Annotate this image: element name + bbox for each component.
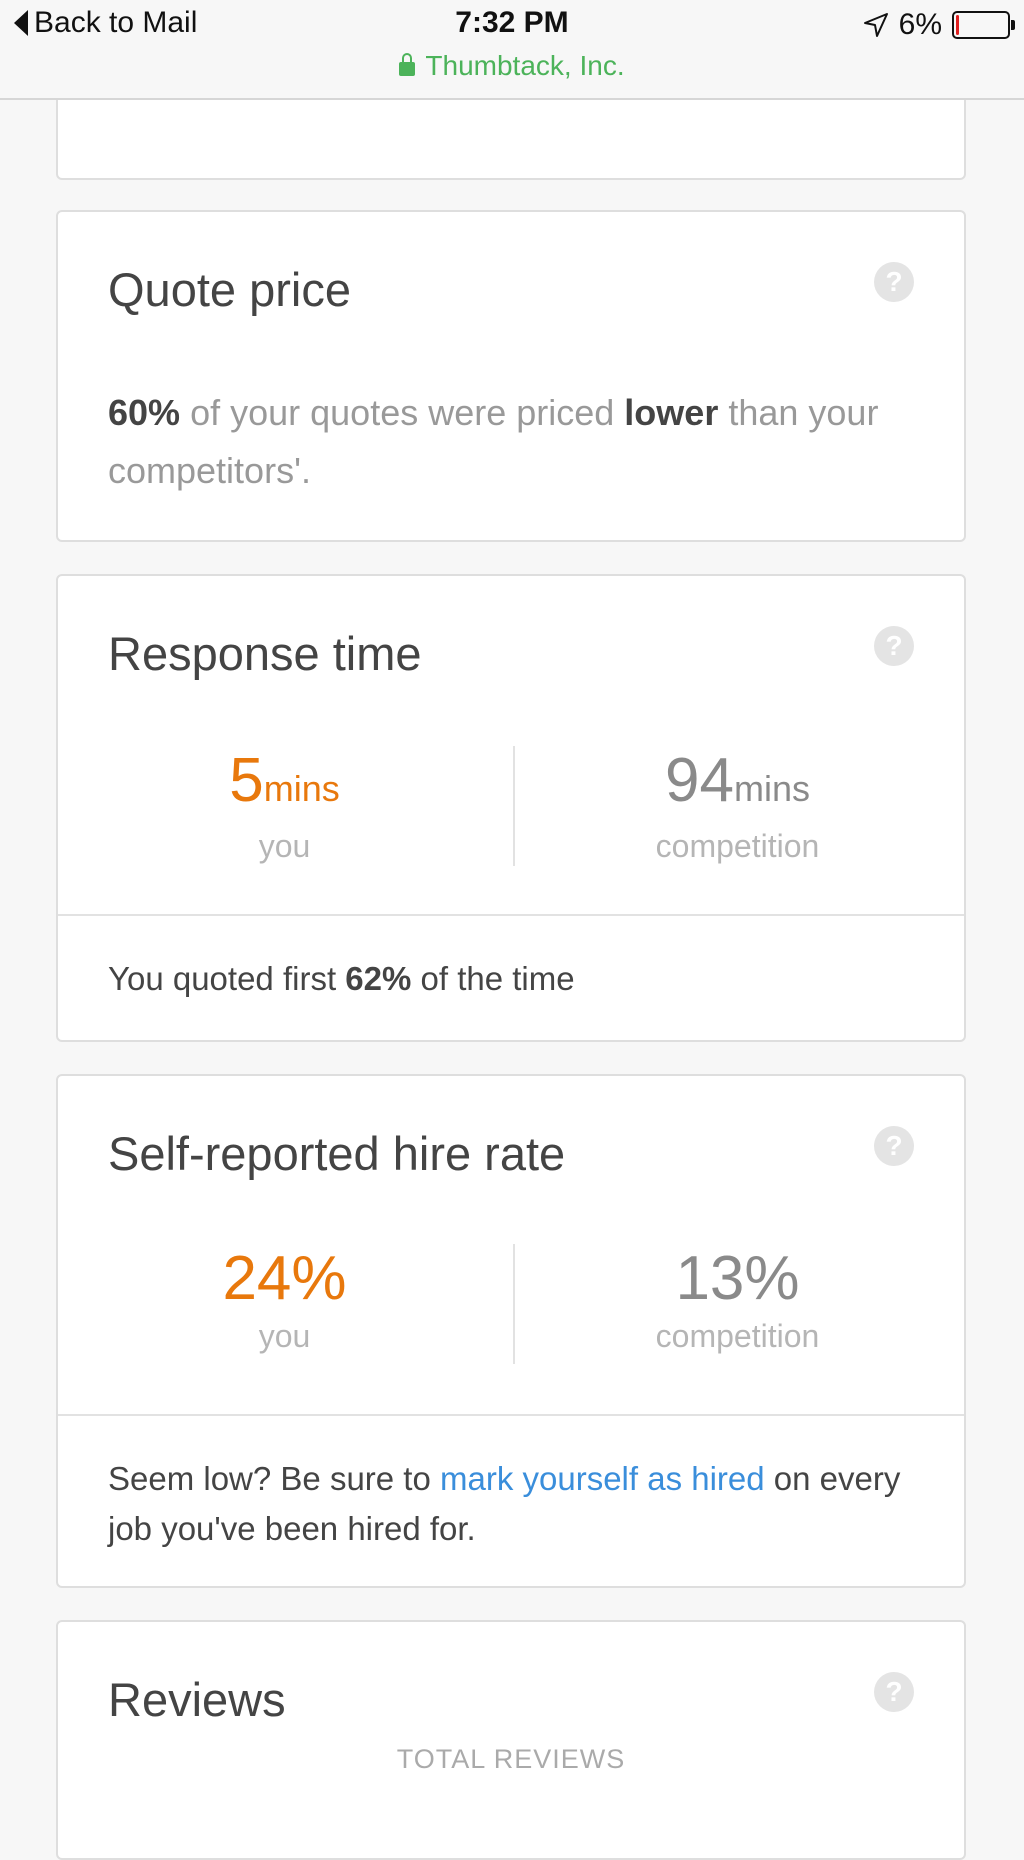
quote-price-percent: 60% — [108, 392, 181, 433]
quote-price-emphasis: lower — [624, 392, 719, 433]
response-time-you-unit: mins — [263, 768, 340, 809]
quote-price-text-a: of your quotes were priced — [180, 392, 625, 433]
hire-rate-comp-value: 13% — [675, 1244, 800, 1313]
quote-price-title: Quote price — [108, 263, 351, 316]
hire-rate-you-label: you — [258, 1318, 311, 1354]
divider — [58, 914, 964, 916]
hire-rate-stats: 24% you 13% competition — [58, 1244, 964, 1366]
battery-icon — [952, 11, 1015, 39]
reviews-card: Reviews ? TOTAL REVIEWS — [56, 1620, 966, 1860]
response-time-footer-bold: 62% — [345, 960, 412, 997]
status-bar: Back to Mail 7:32 PM Thumbtack, Inc. 6% — [0, 0, 1024, 100]
hire-rate-help-icon[interactable]: ? — [874, 1126, 914, 1166]
hire-rate-comp-label: competition — [655, 1318, 820, 1354]
response-time-comp-label: competition — [655, 828, 820, 864]
response-time-card: Response time ? 5mins you 94mins competi… — [56, 574, 966, 1042]
quote-price-card: Quote price ? 60% of your quotes were pr… — [56, 210, 966, 542]
hire-rate-you-value: 24% — [222, 1244, 347, 1313]
response-time-comp-unit: mins — [733, 768, 810, 809]
response-time-footer-b: of the time — [411, 960, 575, 997]
lock-icon — [399, 53, 416, 76]
divider — [58, 1414, 964, 1416]
site-name[interactable]: Thumbtack, Inc. — [0, 50, 1024, 82]
hire-rate-title: Self-reported hire rate — [108, 1127, 566, 1180]
response-time-title: Response time — [108, 627, 422, 680]
response-time-you-value: 5 — [229, 746, 264, 815]
reviews-title: Reviews — [108, 1673, 286, 1726]
response-time-comp-value: 94 — [665, 746, 734, 815]
site-label: Thumbtack, Inc. — [425, 50, 625, 81]
response-time-stats: 5mins you 94mins competition — [58, 746, 964, 868]
hire-rate-footer: Seem low? Be sure to mark yourself as hi… — [108, 1454, 914, 1554]
response-time-footer: You quoted first 62% of the time — [108, 954, 914, 1004]
reviews-help-icon[interactable]: ? — [874, 1672, 914, 1712]
quote-price-description: 60% of your quotes were priced lower tha… — [108, 384, 914, 500]
right-status: 6% — [863, 8, 1015, 42]
mark-hired-link[interactable]: mark yourself as hired — [440, 1460, 765, 1497]
battery-level — [956, 15, 959, 35]
hire-rate-card: Self-reported hire rate ? 24% you 13% co… — [56, 1074, 966, 1588]
total-reviews-label: TOTAL REVIEWS — [396, 1744, 626, 1774]
location-arrow-icon — [863, 13, 888, 37]
response-time-help-icon[interactable]: ? — [874, 626, 914, 666]
response-time-you-label: you — [258, 828, 311, 864]
hire-rate-you: 24% you — [58, 1244, 511, 1358]
hire-rate-footer-a: Seem low? Be sure to — [108, 1460, 440, 1497]
response-time-competition: 94mins competition — [511, 746, 964, 868]
hire-rate-competition: 13% competition — [511, 1244, 964, 1358]
quote-price-help-icon[interactable]: ? — [874, 262, 914, 302]
response-time-footer-a: You quoted first — [108, 960, 346, 997]
response-time-you: 5mins you — [58, 746, 511, 868]
battery-percent: 6% — [898, 8, 942, 41]
